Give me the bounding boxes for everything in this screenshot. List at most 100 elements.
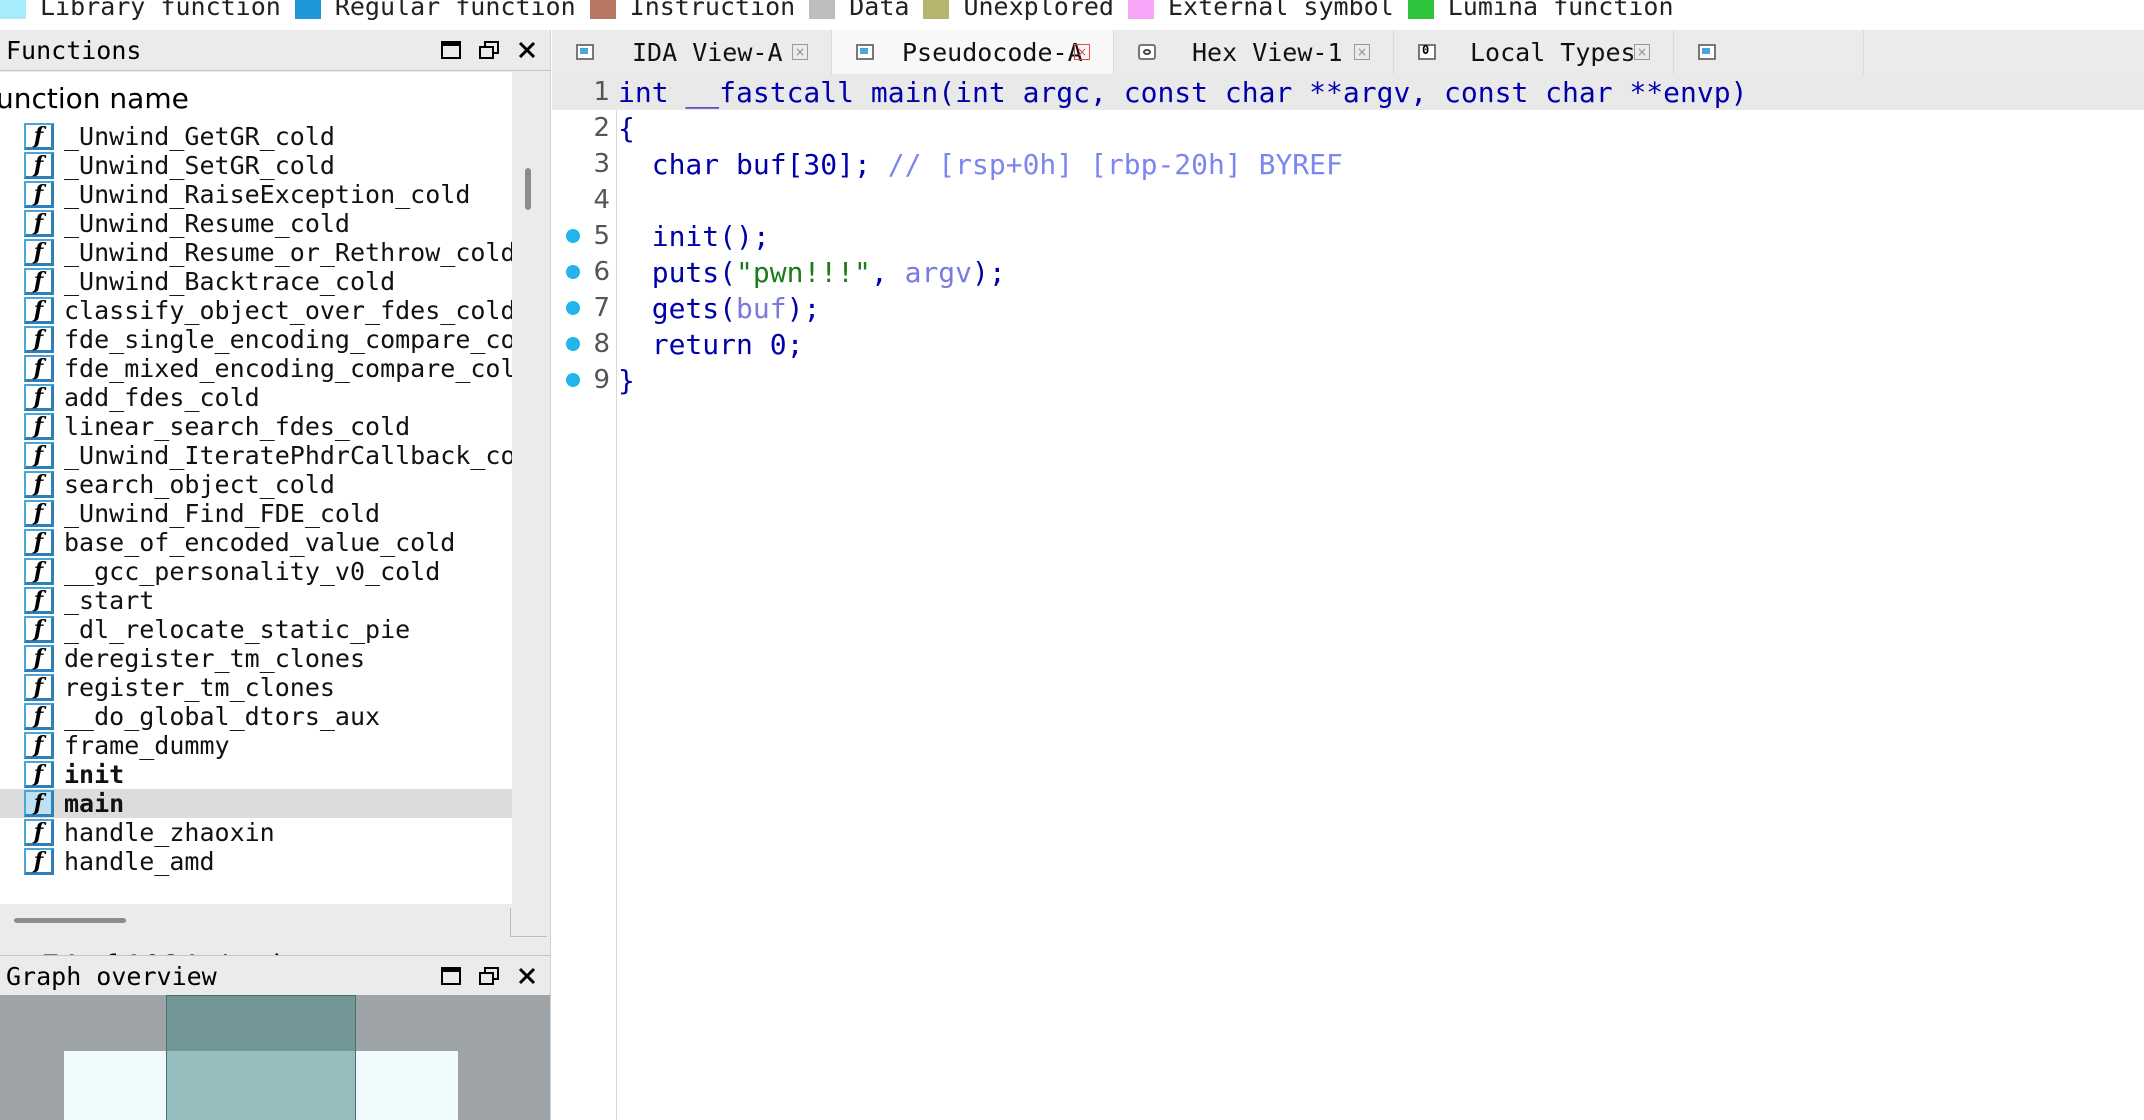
functions-list: unction name f _Unwind_GetGR_cold f _Unwind… bbox=[0, 72, 512, 904]
maximize-icon[interactable] bbox=[436, 961, 466, 991]
line-number: 3 bbox=[593, 149, 610, 179]
function-row[interactable]: f _Unwind_Backtrace_cold bbox=[0, 267, 512, 296]
function-name: fde_single_encoding_compare_cold bbox=[64, 325, 512, 354]
code-line[interactable]: 9} bbox=[552, 362, 2144, 398]
breakpoint-dot-icon[interactable] bbox=[566, 301, 580, 315]
function-row[interactable]: f _Unwind_Find_FDE_cold bbox=[0, 499, 512, 528]
function-row[interactable]: f handle_amd bbox=[0, 847, 512, 876]
tab-close-icon[interactable]: × bbox=[792, 44, 808, 60]
close-icon[interactable] bbox=[512, 961, 542, 991]
function-name: __gcc_personality_v0_cold bbox=[64, 557, 441, 586]
code-line[interactable]: 8 return 0; bbox=[552, 326, 2144, 362]
legend-label: Regular function bbox=[334, 0, 576, 21]
scroll-corner bbox=[510, 908, 547, 937]
function-row[interactable]: f handle_zhaoxin bbox=[0, 818, 512, 847]
maximize-icon[interactable] bbox=[436, 35, 466, 65]
function-name: _Unwind_RaiseException_cold bbox=[64, 180, 471, 209]
breakpoint-dot-icon[interactable] bbox=[566, 265, 580, 279]
function-row[interactable]: f __do_global_dtors_aux bbox=[0, 702, 512, 731]
code-line[interactable]: 7 gets(buf); bbox=[552, 290, 2144, 326]
code-line[interactable]: 2{ bbox=[552, 110, 2144, 146]
code-line[interactable]: 3 char buf[30]; // [rsp+0h] [rbp-20h] BY… bbox=[552, 146, 2144, 182]
tab-label: Local Types bbox=[1470, 37, 1636, 67]
function-row[interactable]: f _Unwind_Resume_cold bbox=[0, 209, 512, 238]
function-name: search_object_cold bbox=[64, 470, 335, 499]
function-row[interactable]: f __gcc_personality_v0_cold bbox=[0, 557, 512, 586]
function-name: handle_amd bbox=[64, 847, 215, 876]
function-name: handle_zhaoxin bbox=[64, 818, 275, 847]
code-string: "pwn!!!" bbox=[736, 255, 871, 289]
function-name: register_tm_clones bbox=[64, 673, 335, 702]
float-icon[interactable] bbox=[474, 35, 504, 65]
legend-label: Instruction bbox=[629, 0, 796, 21]
function-row[interactable]: f _Unwind_IteratePhdrCallback_cold bbox=[0, 441, 512, 470]
code-line[interactable]: 1 int __fastcall main(int argc, const cha… bbox=[552, 74, 2144, 110]
function-row[interactable]: f main bbox=[0, 789, 512, 818]
function-row[interactable]: f fde_mixed_encoding_compare_cold bbox=[0, 354, 512, 383]
function-row[interactable]: f _Unwind_Resume_or_Rethrow_cold bbox=[0, 238, 512, 267]
code-text: gets(buf); bbox=[618, 292, 821, 325]
code-token: } bbox=[618, 363, 635, 397]
function-row[interactable]: f deregister_tm_clones bbox=[0, 644, 512, 673]
tab-ida-view-a[interactable]: IDA View-A × bbox=[552, 30, 832, 74]
function-icon: f bbox=[24, 181, 54, 208]
function-icon: f bbox=[24, 674, 54, 701]
function-row[interactable]: f _Unwind_GetGR_cold bbox=[0, 122, 512, 151]
code-line[interactable]: 6 puts("pwn!!!", argv); bbox=[552, 254, 2144, 290]
code-line[interactable]: 4 bbox=[552, 182, 2144, 218]
horizontal-scrollbar[interactable] bbox=[0, 908, 548, 938]
function-row[interactable]: f _start bbox=[0, 586, 512, 615]
code-text: } bbox=[618, 364, 635, 397]
breakpoint-dot-icon[interactable] bbox=[566, 229, 580, 243]
function-row[interactable]: f linear_search_fdes_cold bbox=[0, 412, 512, 441]
function-name: linear_search_fdes_cold bbox=[64, 412, 411, 441]
tab-pseudocode-a[interactable]: Pseudocode-A × bbox=[832, 30, 1114, 74]
code-line[interactable]: 5 init(); bbox=[552, 218, 2144, 254]
line-number: 5 bbox=[593, 221, 610, 251]
view-tabs: IDA View-A×Pseudocode-A×Hex View-1×Local… bbox=[552, 30, 2144, 75]
line-number: 7 bbox=[593, 293, 610, 323]
function-row[interactable]: f register_tm_clones bbox=[0, 673, 512, 702]
function-row[interactable]: f _dl_relocate_static_pie bbox=[0, 615, 512, 644]
float-icon[interactable] bbox=[474, 961, 504, 991]
tab-close-icon[interactable]: × bbox=[1074, 44, 1090, 60]
function-name: add_fdes_cold bbox=[64, 383, 260, 412]
function-row[interactable]: f search_object_cold bbox=[0, 470, 512, 499]
function-row[interactable]: f base_of_encoded_value_cold bbox=[0, 528, 512, 557]
line-number: 2 bbox=[593, 113, 610, 143]
legend-label: Library function bbox=[40, 0, 281, 21]
tab-hex-view-1[interactable]: Hex View-1 × bbox=[1114, 30, 1394, 74]
legend-swatch bbox=[1407, 0, 1434, 19]
function-name: _Unwind_IteratePhdrCallback_cold bbox=[64, 441, 512, 470]
tab-overflow[interactable] bbox=[1674, 30, 1864, 74]
function-row[interactable]: f _Unwind_RaiseException_cold bbox=[0, 180, 512, 209]
function-row[interactable]: f init bbox=[0, 760, 512, 789]
tab-close-icon[interactable]: × bbox=[1354, 44, 1370, 60]
function-icon: f bbox=[24, 123, 54, 150]
line-number: 9 bbox=[593, 365, 610, 395]
function-icon: f bbox=[24, 413, 54, 440]
tab-local-types[interactable]: Local Types× bbox=[1394, 30, 1674, 74]
function-row[interactable]: f frame_dummy bbox=[0, 731, 512, 760]
close-icon[interactable] bbox=[512, 35, 542, 65]
horizontal-scroll-thumb[interactable] bbox=[14, 918, 126, 923]
breakpoint-dot-icon[interactable] bbox=[566, 337, 580, 351]
pseudocode-view[interactable]: 1 int __fastcall main(int argc, const cha… bbox=[552, 74, 2144, 1120]
function-row[interactable]: f _Unwind_SetGR_cold bbox=[0, 151, 512, 180]
breakpoint-dot-icon[interactable] bbox=[566, 373, 580, 387]
graph-canvas[interactable] bbox=[0, 995, 550, 1120]
function-icon: f bbox=[24, 616, 54, 643]
function-icon: f bbox=[24, 587, 54, 614]
function-name: _Unwind_Find_FDE_cold bbox=[64, 499, 381, 528]
function-icon: f bbox=[24, 500, 54, 527]
tab-close-icon[interactable]: × bbox=[1634, 44, 1650, 60]
vertical-scrollbar[interactable] bbox=[525, 168, 531, 210]
legend-item: Library function bbox=[0, 0, 281, 21]
function-row[interactable]: f add_fdes_cold bbox=[0, 383, 512, 412]
column-header-function-name[interactable]: unction name bbox=[0, 72, 512, 126]
function-row[interactable]: f fde_single_encoding_compare_cold bbox=[0, 325, 512, 354]
legend-swatch bbox=[0, 0, 26, 19]
function-name: fde_mixed_encoding_compare_cold bbox=[64, 354, 512, 383]
graph-viewport-rect[interactable] bbox=[166, 995, 356, 1120]
function-row[interactable]: f classify_object_over_fdes_cold bbox=[0, 296, 512, 325]
